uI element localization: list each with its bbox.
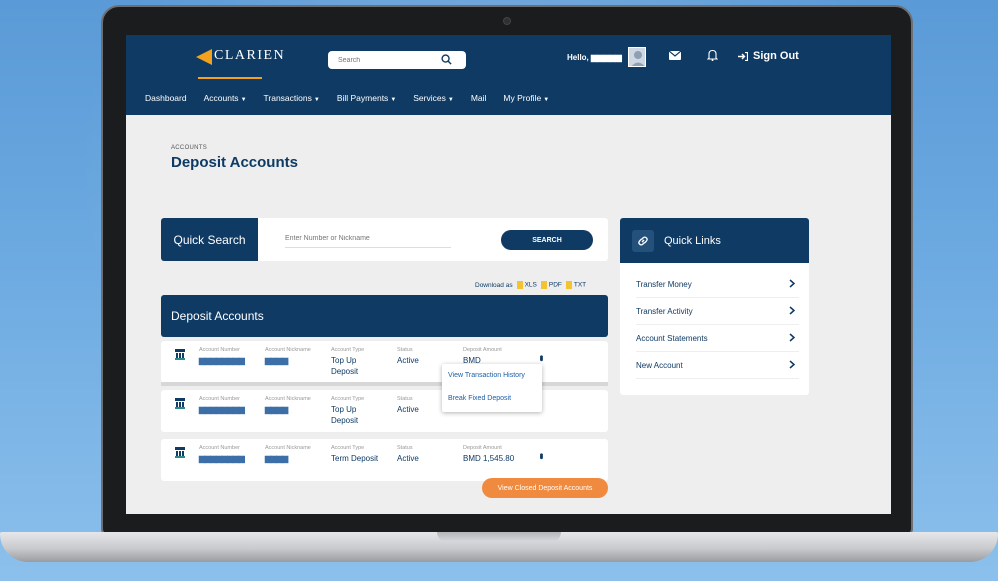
column-label: Account Nickname [265, 396, 311, 402]
link-icon [632, 229, 654, 252]
account-status: Active [397, 405, 419, 414]
column-label: Account Type [331, 445, 365, 451]
account-context-menu: View Transaction History Break Fixed Dep… [442, 364, 542, 412]
account-type: Top Up Deposit [331, 405, 359, 425]
chevron-right-icon [789, 279, 795, 288]
account-number: ▆▆▆▆▆▆▆▆ [199, 356, 245, 365]
account-type: Top Up Deposit [331, 356, 359, 376]
deposit-amount: BMD 1,545.80 [463, 454, 515, 463]
account-nickname: ▆▆▆▆ [265, 356, 288, 365]
nav-dashboard[interactable]: Dashboard [145, 93, 187, 103]
account-status: Active [397, 454, 419, 463]
account-nickname: ▆▆▆▆ [265, 454, 288, 463]
chevron-right-icon [789, 306, 795, 315]
quick-links-header: Quick Links [620, 218, 809, 263]
nav-mail[interactable]: Mail [471, 93, 487, 103]
bell-icon[interactable] [707, 49, 718, 61]
quick-search-label: Quick Search [161, 218, 258, 261]
column-label: Account Type [331, 396, 365, 402]
download-label: Download as [475, 281, 513, 289]
quick-search-panel: Quick Search SEARCH [161, 218, 608, 261]
sign-out-icon [738, 51, 748, 61]
file-icon [540, 281, 547, 289]
menu-break-fixed-deposit[interactable]: Break Fixed Deposit [442, 387, 542, 410]
quick-links-title: Quick Links [664, 234, 721, 247]
bank-icon [175, 398, 185, 409]
column-label: Account Type [331, 347, 365, 353]
camera-icon [503, 17, 511, 25]
sign-out-label: Sign Out [753, 50, 799, 62]
search-icon[interactable] [441, 54, 452, 65]
nav-services[interactable]: Services ▼ [413, 93, 454, 103]
logo-underline [198, 77, 262, 79]
bank-icon [175, 447, 185, 458]
download-xls[interactable]: XLS [516, 281, 537, 289]
page-title: Deposit Accounts [171, 154, 298, 171]
more-options-icon[interactable]: ••• [535, 355, 546, 360]
quick-links-panel: Quick Links Transfer Money Transfer Acti… [620, 218, 809, 395]
main-nav: Dashboard Accounts ▼ Transactions ▼ Bill P… [145, 93, 566, 103]
column-label: Status [397, 396, 413, 402]
user-greeting: Hello, ▆▆▆▆▆ [567, 53, 622, 62]
caret-down-icon: ▼ [447, 97, 454, 103]
screen: CLARIEN Hello, ▆▆▆▆▆ [126, 35, 891, 514]
caret-down-icon: ▼ [390, 97, 397, 103]
top-header: CLARIEN Hello, ▆▆▆▆▆ [126, 35, 891, 115]
column-label: Account Number [199, 347, 240, 353]
caret-down-icon: ▼ [240, 97, 247, 103]
breadcrumb[interactable]: ACCOUNTS [171, 145, 207, 151]
deposit-accounts-header: Deposit Accounts [161, 295, 608, 337]
column-label: Account Number [199, 396, 240, 402]
column-label: Status [397, 347, 413, 353]
caret-down-icon: ▼ [313, 97, 320, 103]
chevron-right-icon [789, 360, 795, 369]
download-txt[interactable]: TXT [565, 281, 586, 289]
column-label: Deposit Amount [463, 445, 502, 451]
caret-down-icon: ▼ [543, 97, 550, 103]
column-label: Account Nickname [265, 347, 311, 353]
nav-accounts[interactable]: Accounts ▼ [204, 93, 247, 103]
download-options: Download as XLS PDF TXT [475, 281, 586, 289]
quick-link-transfer-money[interactable]: Transfer Money [636, 271, 799, 298]
quick-link-transfer-activity[interactable]: Transfer Activity [636, 298, 799, 325]
column-label: Status [397, 445, 413, 451]
header-search [328, 51, 466, 69]
brand-name: CLARIEN [214, 48, 286, 63]
account-number: ▆▆▆▆▆▆▆▆ [199, 405, 245, 414]
account-card[interactable]: Account Number ▆▆▆▆▆▆▆▆ Account Nickname ▆… [161, 439, 608, 481]
download-pdf[interactable]: PDF [540, 281, 562, 289]
quick-search-input[interactable] [285, 230, 451, 248]
bank-icon [175, 349, 185, 360]
menu-view-transaction-history[interactable]: View Transaction History [442, 364, 542, 387]
chevron-right-icon [789, 333, 795, 342]
file-icon [516, 281, 523, 289]
account-number: ▆▆▆▆▆▆▆▆ [199, 454, 245, 463]
avatar[interactable] [628, 47, 646, 67]
brand-logo[interactable]: CLARIEN [196, 47, 285, 65]
account-status: Active [397, 356, 419, 365]
sign-out-button[interactable]: Sign Out [738, 50, 799, 62]
nav-my-profile[interactable]: My Profile ▼ [503, 93, 549, 103]
mail-icon[interactable] [669, 51, 681, 60]
header-search-input[interactable] [338, 56, 438, 64]
more-options-icon[interactable]: ••• [535, 453, 546, 458]
nav-bill-payments[interactable]: Bill Payments ▼ [337, 93, 396, 103]
account-nickname: ▆▆▆▆ [265, 405, 288, 414]
column-label: Deposit Amount [463, 347, 502, 353]
logo-icon [196, 47, 212, 65]
quick-link-account-statements[interactable]: Account Statements [636, 325, 799, 352]
laptop-notch [437, 532, 561, 542]
file-icon [565, 281, 572, 289]
account-type: Term Deposit [331, 454, 379, 463]
column-label: Account Nickname [265, 445, 311, 451]
quick-link-new-account[interactable]: New Account [636, 352, 799, 379]
avatar-icon [631, 51, 645, 66]
view-closed-accounts-button[interactable]: View Closed Deposit Accounts [482, 478, 608, 498]
column-label: Account Number [199, 445, 240, 451]
nav-transactions[interactable]: Transactions ▼ [264, 93, 320, 103]
search-button[interactable]: SEARCH [501, 230, 593, 250]
